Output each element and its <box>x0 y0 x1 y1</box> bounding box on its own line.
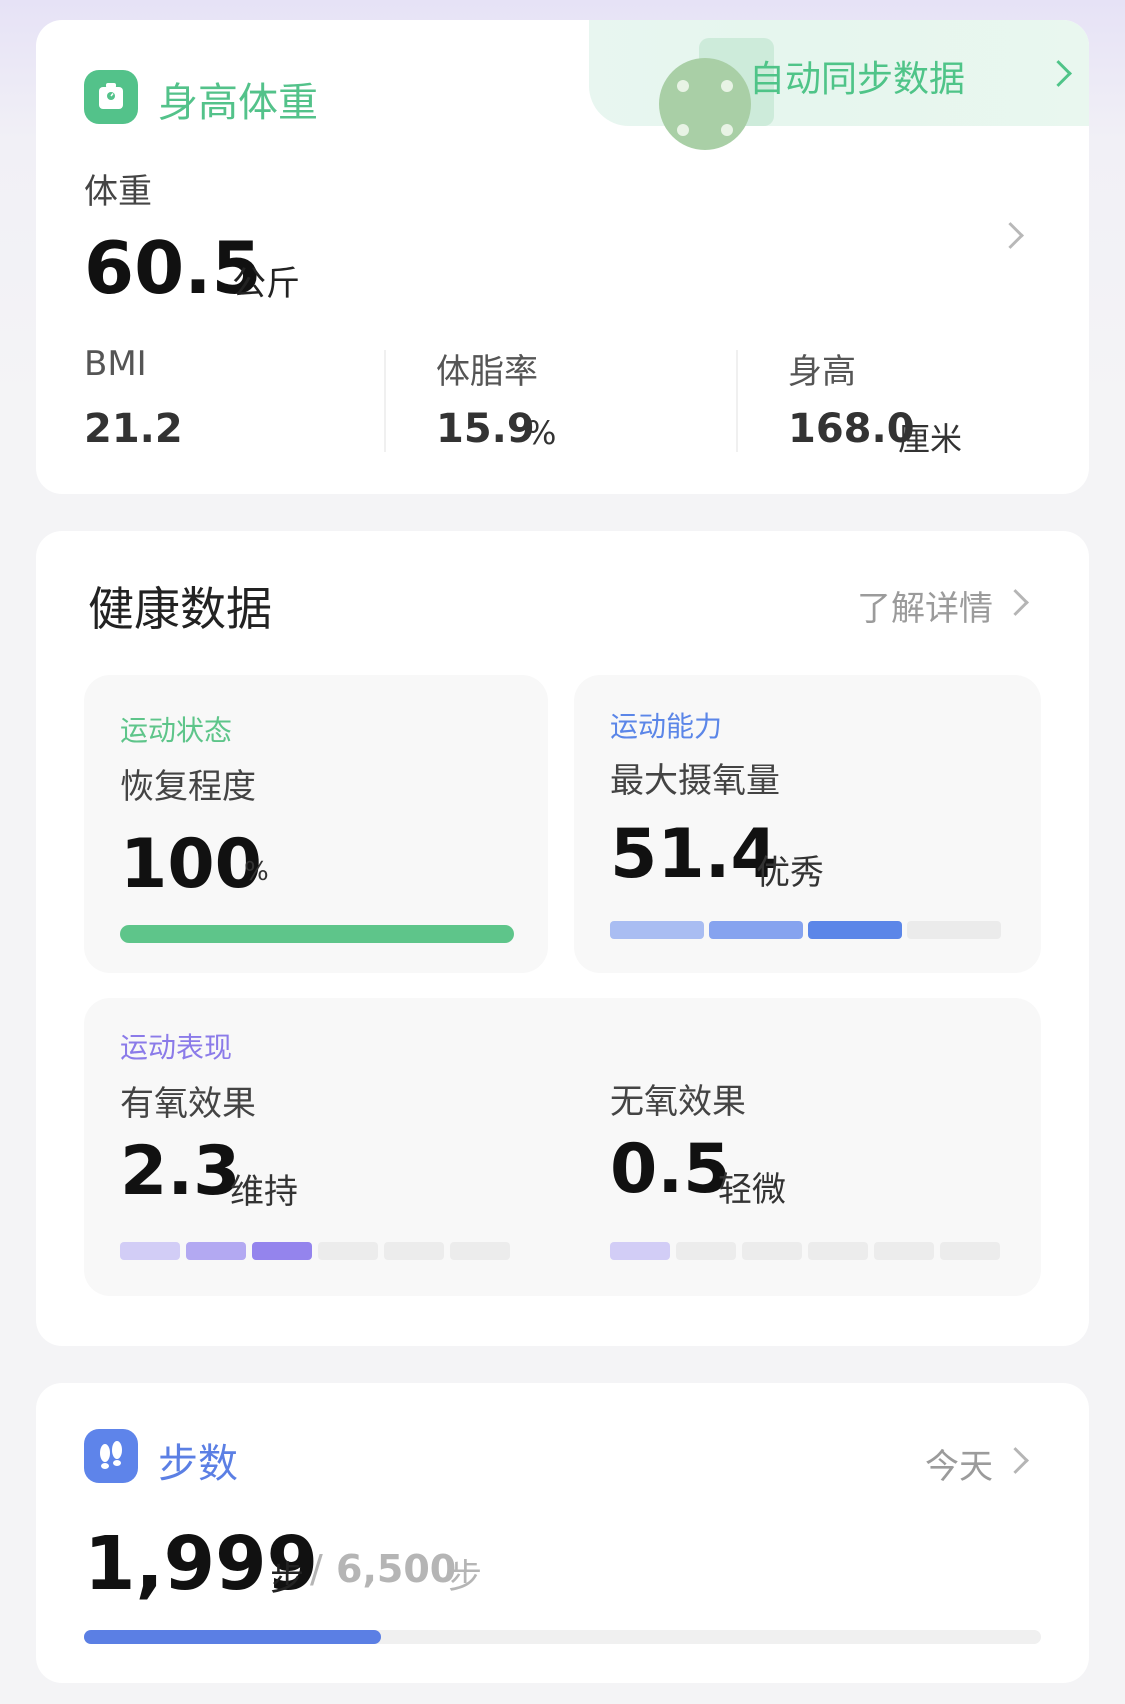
tile-tag: 运动能力 <box>610 710 723 743</box>
anaerobic-level-segment <box>808 1242 868 1260</box>
bmi-value: 21.2 <box>84 406 183 452</box>
steps-card[interactable]: 步数 今天 1,999 步 / 6,500 步 <box>36 1383 1089 1683</box>
card-title: 步数 <box>158 1441 238 1487</box>
bmi-label: BMI <box>84 344 147 384</box>
auto-sync-banner[interactable]: 自动同步数据 <box>589 20 1089 150</box>
vo2max-level-segment <box>610 921 704 939</box>
scale-icon <box>84 70 138 124</box>
steps-goal: 6,500 <box>336 1547 457 1591</box>
learn-more-link[interactable]: 了解详情 <box>857 581 993 630</box>
aerobic-effect-value: 2.3 <box>120 1132 241 1211</box>
height-unit: 厘米 <box>898 420 963 458</box>
vo2max-value: 51.4 <box>610 815 778 894</box>
recovery-progress-bar <box>120 925 514 943</box>
tile-metric-name: 最大摄氧量 <box>610 761 780 801</box>
steps-unit: 步 <box>270 1559 304 1599</box>
exercise-ability-tile[interactable]: 运动能力 最大摄氧量 51.4 优秀 <box>574 675 1041 973</box>
chevron-right-icon <box>1002 1447 1029 1474</box>
exercise-status-tile[interactable]: 运动状态 恢复程度 100 % <box>84 675 548 973</box>
vo2max-level-segment <box>808 921 902 939</box>
exercise-performance-tile[interactable]: 运动表现 有氧效果 2.3 维持 无氧效果 0.5 轻微 <box>84 998 1041 1296</box>
height-value: 168.0 <box>788 406 915 452</box>
weight-detail-chevron-icon[interactable] <box>997 222 1024 249</box>
aerobic-effect-rating: 维持 <box>230 1172 298 1212</box>
tile-tag: 运动表现 <box>120 1031 233 1064</box>
chevron-right-icon <box>1002 589 1029 616</box>
aerobic-level-segment <box>120 1242 180 1260</box>
vo2max-level-segment <box>709 921 803 939</box>
health-data-card: 健康数据 了解详情 运动状态 恢复程度 100 % 运动能力 最大摄氧量 51.… <box>36 531 1089 1346</box>
aerobic-level-segment <box>186 1242 246 1260</box>
card-title: 身高体重 <box>158 80 318 126</box>
divider <box>384 350 386 452</box>
period-selector[interactable]: 今天 <box>925 1439 993 1488</box>
aerobic-level-segment <box>318 1242 378 1260</box>
recovery-unit: % <box>244 857 269 887</box>
body-fat-value: 15.9 <box>436 406 535 452</box>
anaerobic-effect-value: 0.5 <box>610 1130 731 1209</box>
aerobic-effect-label: 有氧效果 <box>120 1084 256 1124</box>
aerobic-level-segment <box>450 1242 510 1260</box>
weight-unit: 公斤 <box>232 264 300 304</box>
anaerobic-effect-label: 无氧效果 <box>610 1082 746 1122</box>
anaerobic-effect-rating: 轻微 <box>718 1170 786 1210</box>
goal-separator: / <box>310 1547 323 1591</box>
anaerobic-level-segment <box>676 1242 736 1260</box>
divider <box>736 350 738 452</box>
chevron-right-icon <box>1045 60 1072 87</box>
height-label: 身高 <box>788 352 856 392</box>
anaerobic-level-segment <box>742 1242 802 1260</box>
steps-progress-track <box>84 1630 1041 1644</box>
body-fat-label: 体脂率 <box>436 352 538 392</box>
section-title: 健康数据 <box>88 582 272 636</box>
anaerobic-level-segment <box>874 1242 934 1260</box>
vo2max-level-segment <box>907 921 1001 939</box>
anaerobic-level-segment <box>940 1242 1000 1260</box>
aerobic-level-segment <box>384 1242 444 1260</box>
footprints-icon <box>84 1429 138 1483</box>
steps-goal-unit: 步 <box>448 1557 482 1597</box>
scale-device-icon <box>629 38 774 150</box>
tile-tag: 运动状态 <box>120 714 233 747</box>
auto-sync-label[interactable]: 自动同步数据 <box>749 50 965 102</box>
recovery-value: 100 <box>120 825 262 904</box>
steps-progress-fill <box>84 1630 381 1644</box>
anaerobic-level-segment <box>610 1242 670 1260</box>
vo2max-rating: 优秀 <box>756 853 824 893</box>
aerobic-level-segment <box>252 1242 312 1260</box>
weight-label: 体重 <box>84 172 152 212</box>
body-metrics-card[interactable]: 自动同步数据 身高体重 体重 60.5 公斤 BMI 21.2 体脂率 15.9… <box>36 20 1089 494</box>
body-fat-unit: % <box>526 414 557 452</box>
tile-metric-name: 恢复程度 <box>120 767 256 807</box>
